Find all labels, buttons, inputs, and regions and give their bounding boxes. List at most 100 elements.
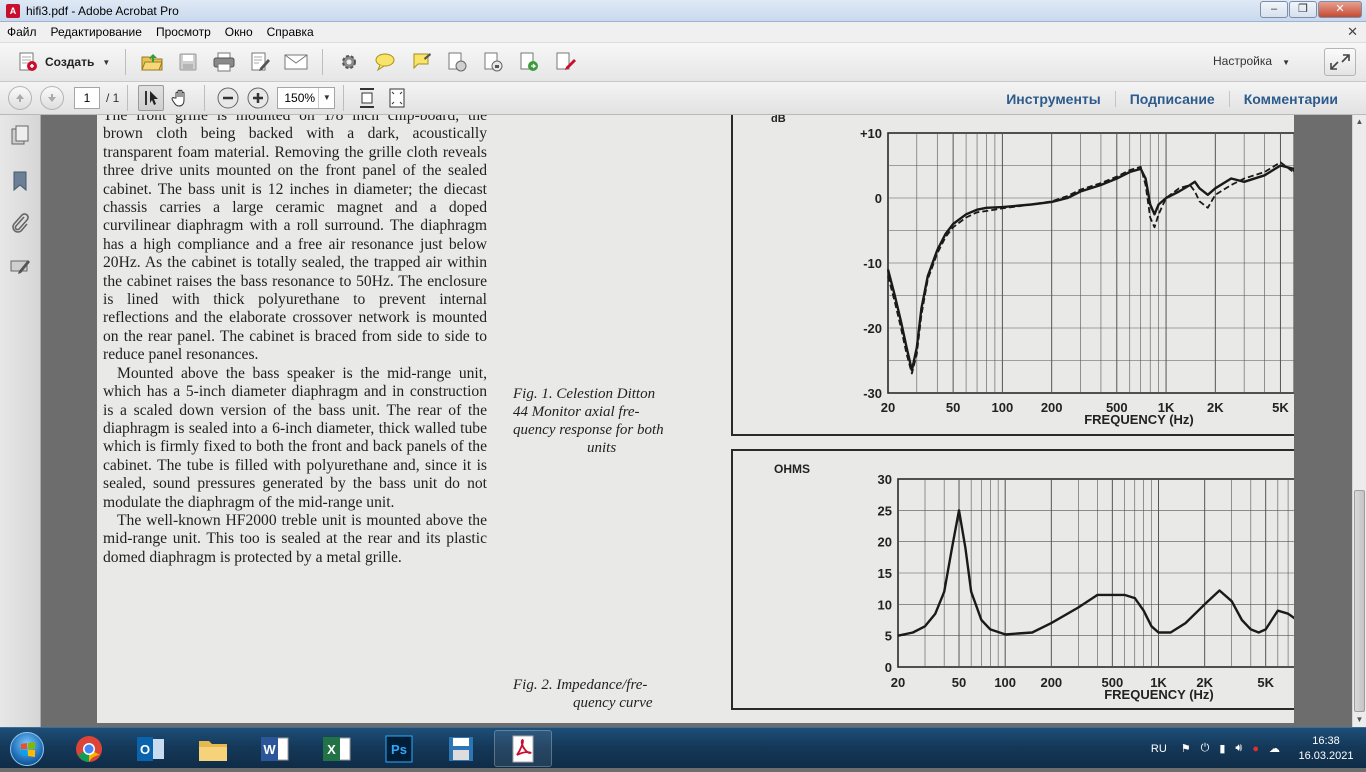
response-curve-solid bbox=[897, 509, 1294, 637]
page-total: / 1 bbox=[106, 91, 120, 105]
taskbar-photoshop[interactable]: Ps bbox=[370, 730, 428, 767]
scroll-up-icon[interactable]: ▲ bbox=[1353, 115, 1366, 129]
sign-pane-link[interactable]: Подписание bbox=[1114, 90, 1229, 107]
close-button[interactable]: ✕ bbox=[1318, 1, 1362, 18]
export-document-icon[interactable] bbox=[514, 47, 544, 77]
menu-view[interactable]: Просмотр bbox=[149, 25, 218, 39]
sign-document-icon[interactable] bbox=[550, 47, 580, 77]
y-tick-label: 0 bbox=[885, 660, 892, 675]
folder-icon bbox=[199, 740, 227, 761]
y-tick-label: 30 bbox=[878, 472, 892, 487]
power-icon[interactable]: ⏻ bbox=[1201, 742, 1210, 755]
x-tick-label: 1K bbox=[1158, 400, 1175, 415]
taskbar-outlook[interactable]: O bbox=[122, 730, 180, 767]
taskbar-save-app[interactable] bbox=[432, 730, 490, 767]
fig1-caption-line: quency response for both bbox=[513, 422, 664, 438]
print-icon[interactable] bbox=[209, 47, 239, 77]
cloud-icon[interactable]: ☁︎ bbox=[1269, 742, 1280, 755]
taskbar-excel[interactable]: X bbox=[308, 730, 366, 767]
scroll-down-icon[interactable]: ▼ bbox=[1353, 713, 1366, 727]
clock[interactable]: 16:38 16.03.2021 bbox=[1286, 734, 1366, 764]
edit-document-icon[interactable] bbox=[245, 47, 275, 77]
chevron-down-icon: ▼ bbox=[102, 57, 111, 67]
response-curve-dashed bbox=[887, 161, 1294, 375]
tools-pane-link[interactable]: Инструменты bbox=[992, 91, 1115, 107]
customize-label: Настройка bbox=[1213, 54, 1273, 68]
scroll-mode-button[interactable] bbox=[354, 85, 380, 111]
x-tick-label: 20 bbox=[881, 400, 895, 415]
svg-text:W: W bbox=[263, 742, 276, 757]
comment-pane-link[interactable]: Комментарии bbox=[1228, 90, 1352, 107]
start-button[interactable] bbox=[2, 729, 52, 768]
save-icon[interactable] bbox=[173, 47, 203, 77]
language-indicator[interactable]: RU bbox=[1151, 743, 1167, 755]
network-icon[interactable]: ▮ bbox=[1219, 742, 1225, 755]
x-tick-label: 200 bbox=[1041, 400, 1063, 415]
minimize-button[interactable]: – bbox=[1260, 1, 1288, 18]
customize-menu[interactable]: Настройка ▼ bbox=[1213, 54, 1290, 68]
next-page-button[interactable] bbox=[40, 86, 64, 110]
taskbar-chrome[interactable] bbox=[60, 730, 118, 767]
floppy-icon bbox=[449, 736, 473, 761]
windows-taskbar: O W X Ps RU ⚑ ⏻ ▮ 🔊︎ ● ☁︎ 16:38 16.03.20… bbox=[0, 727, 1366, 768]
bookmarks-icon[interactable] bbox=[9, 170, 31, 192]
menu-window[interactable]: Окно bbox=[218, 25, 260, 39]
menu-file[interactable]: Файл bbox=[0, 25, 44, 39]
taskbar-acrobat[interactable] bbox=[494, 730, 552, 767]
restore-button[interactable]: ❐ bbox=[1289, 1, 1317, 18]
fit-page-icon bbox=[389, 88, 405, 108]
page-number-input[interactable]: 1 bbox=[74, 87, 100, 109]
flag-icon[interactable]: ⚑ bbox=[1181, 742, 1191, 755]
menu-help[interactable]: Справка bbox=[260, 25, 321, 39]
highlight-icon[interactable] bbox=[406, 47, 436, 77]
x-tick-label: 500 bbox=[1101, 675, 1123, 690]
secure-document-icon[interactable] bbox=[478, 47, 508, 77]
page-scroll-icon bbox=[360, 88, 375, 108]
create-pdf-icon bbox=[17, 51, 39, 73]
x-tick-label: 1K bbox=[1150, 675, 1167, 690]
fit-page-button[interactable] bbox=[384, 85, 410, 111]
select-tool-button[interactable] bbox=[138, 85, 165, 111]
frequency-response-chart: dB FREQUENCY (Hz) 20501002005001K2K5K10K… bbox=[731, 115, 1294, 436]
x-tick-label: 50 bbox=[946, 400, 960, 415]
chevron-down-icon: ▼ bbox=[1282, 58, 1290, 67]
y-tick-label: -30 bbox=[863, 386, 882, 401]
fig2-caption-line: quency curve bbox=[573, 695, 653, 711]
y-tick-label: 5 bbox=[885, 629, 892, 644]
attachments-icon[interactable] bbox=[9, 212, 31, 234]
vertical-scrollbar[interactable]: ▲ ▼ bbox=[1352, 115, 1366, 727]
taskbar-explorer[interactable] bbox=[184, 730, 242, 767]
open-folder-icon[interactable] bbox=[137, 47, 167, 77]
fig1-caption: Fig. 1. Celestion Ditton 44 Monitor axia… bbox=[513, 385, 713, 457]
zoom-select[interactable]: 150% ▼ bbox=[277, 87, 336, 109]
photoshop-icon: Ps bbox=[385, 735, 413, 762]
zoom-in-button[interactable] bbox=[245, 85, 271, 111]
x-tick-label: 200 bbox=[1040, 675, 1062, 690]
create-button[interactable]: Создать ▼ bbox=[10, 48, 117, 76]
toolbar-divider bbox=[125, 49, 127, 75]
expand-toolbar-button[interactable] bbox=[1324, 48, 1356, 76]
signatures-icon[interactable] bbox=[9, 255, 31, 277]
y-tick-label: +10 bbox=[860, 126, 882, 141]
excel-icon: X bbox=[323, 736, 351, 761]
volume-icon[interactable]: 🔊︎ bbox=[1235, 742, 1242, 755]
x-tick-label: 20 bbox=[891, 675, 905, 690]
comment-icon[interactable] bbox=[370, 47, 400, 77]
chevron-down-icon: ▼ bbox=[318, 88, 334, 108]
menu-bar: Файл Редактирование Просмотр Окно Справк… bbox=[0, 22, 1366, 43]
menu-edit[interactable]: Редактирование bbox=[44, 25, 149, 39]
select-cursor-icon bbox=[145, 91, 159, 105]
stamp-icon[interactable] bbox=[442, 47, 472, 77]
y-tick-label: 0 bbox=[875, 191, 882, 206]
security-icon[interactable]: ● bbox=[1252, 743, 1259, 755]
taskbar-word[interactable]: W bbox=[246, 730, 304, 767]
scrollbar-thumb[interactable] bbox=[1354, 490, 1365, 712]
gear-icon[interactable] bbox=[334, 47, 364, 77]
previous-page-button[interactable] bbox=[8, 86, 32, 110]
email-icon[interactable] bbox=[281, 47, 311, 77]
page-thumbnails-icon[interactable] bbox=[9, 125, 31, 147]
close-document-icon[interactable]: ✕ bbox=[1347, 24, 1358, 40]
hand-tool-button[interactable] bbox=[168, 85, 194, 111]
document-viewport[interactable]: The front grille is mounted on 1/8 inch … bbox=[41, 115, 1352, 727]
zoom-out-button[interactable] bbox=[215, 85, 241, 111]
